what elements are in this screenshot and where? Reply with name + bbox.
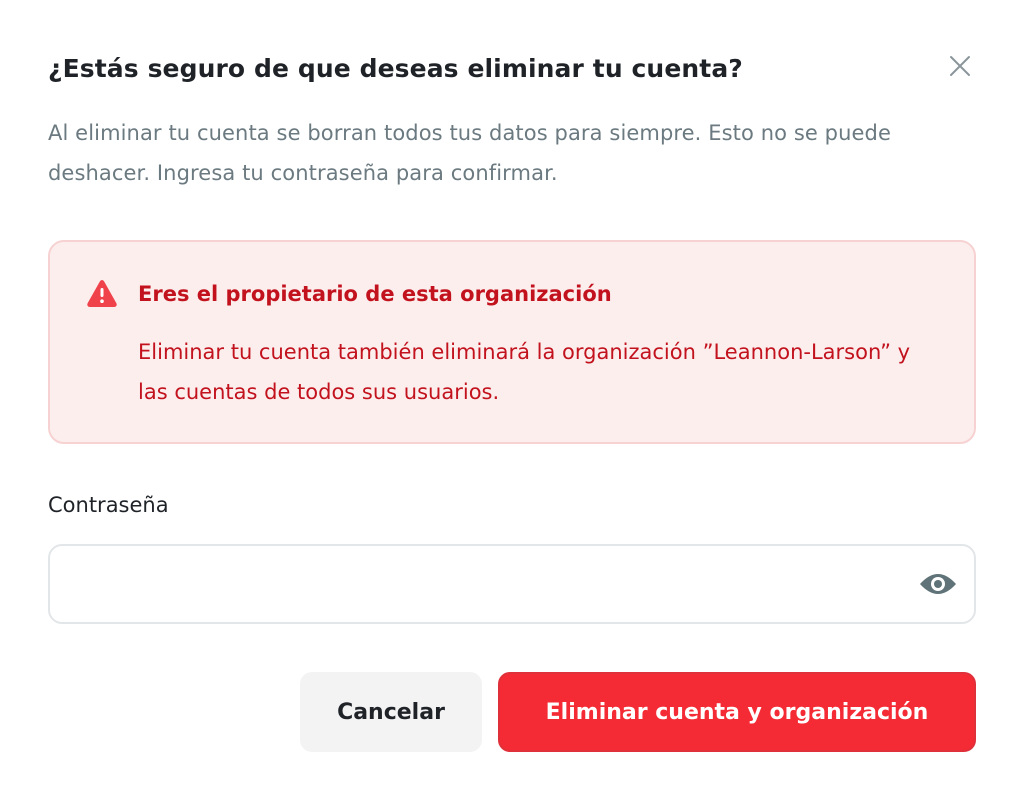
toggle-password-visibility-button[interactable] <box>916 566 960 602</box>
dialog-title: ¿Estás seguro de que deseas eliminar tu … <box>48 54 743 83</box>
password-input[interactable] <box>66 558 910 612</box>
password-label: Contraseña <box>48 493 169 517</box>
eye-icon <box>920 574 956 594</box>
warning-triangle-icon <box>87 280 117 307</box>
password-field <box>48 544 976 624</box>
alert-title: Eres el propietario de esta organización <box>138 282 612 306</box>
owner-warning-alert: Eres el propietario de esta organización… <box>48 240 976 444</box>
close-icon <box>950 56 970 76</box>
delete-account-dialog: ¿Estás seguro de que deseas eliminar tu … <box>0 0 1024 800</box>
dialog-description: Al eliminar tu cuenta se borran todos tu… <box>48 121 891 185</box>
alert-body: Eliminar tu cuenta también eliminará la … <box>138 340 911 404</box>
delete-account-and-organization-button[interactable]: Eliminar cuenta y organización <box>498 672 976 752</box>
cancel-button[interactable]: Cancelar <box>300 672 482 752</box>
close-button[interactable] <box>944 50 976 82</box>
